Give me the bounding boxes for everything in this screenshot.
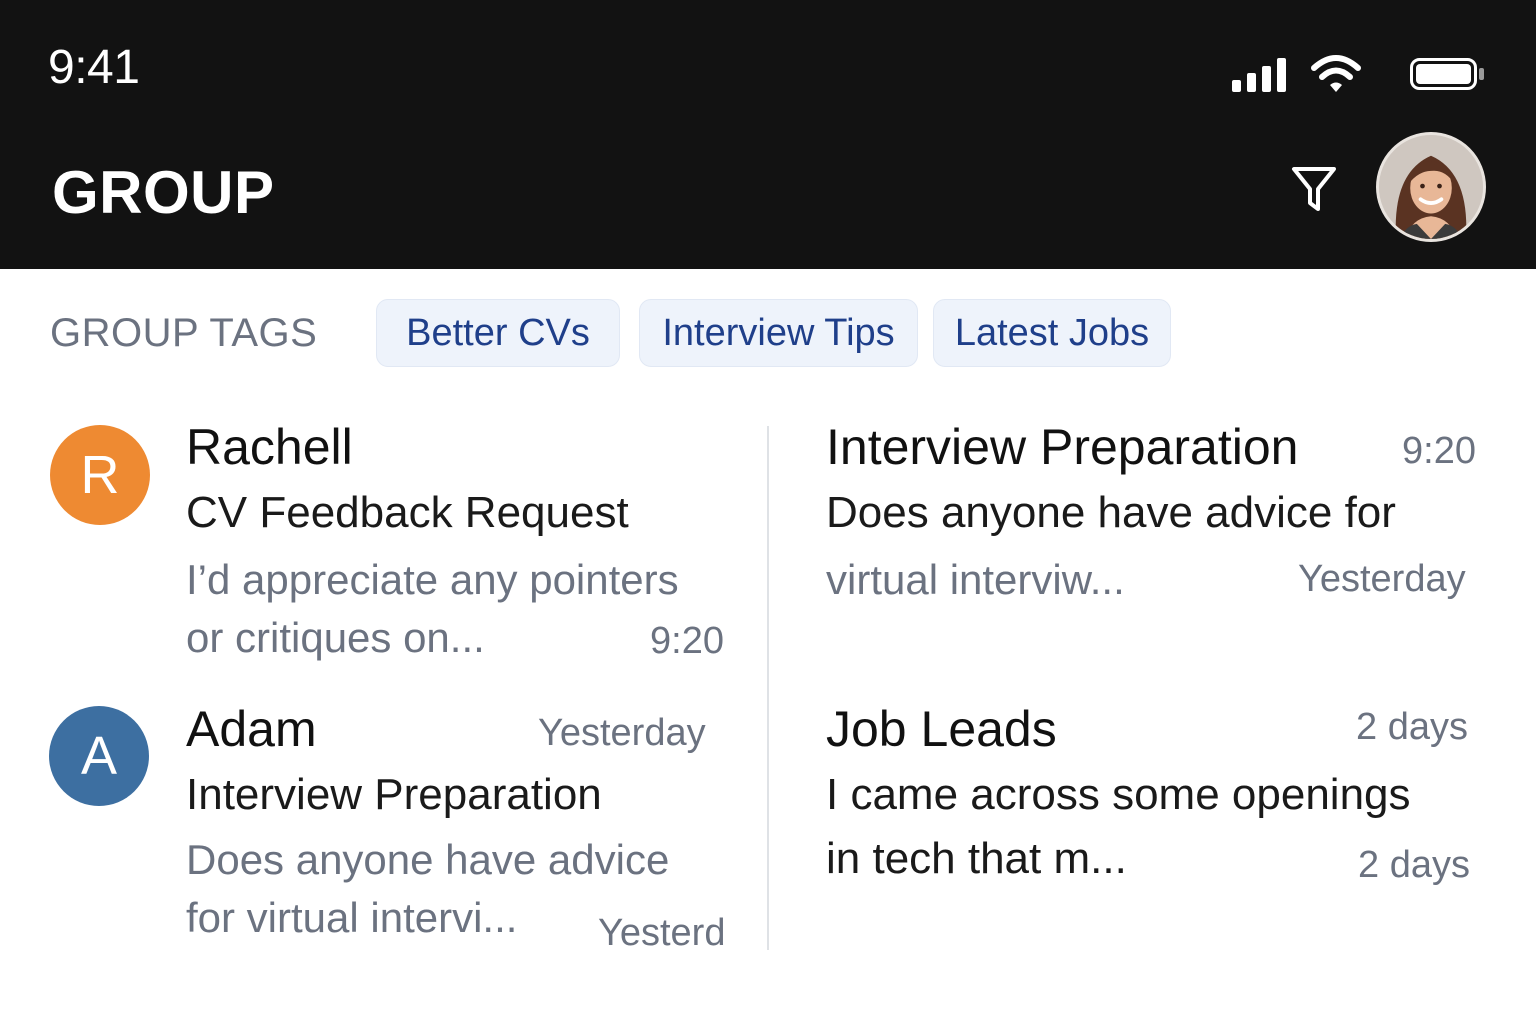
status-icons [1226, 52, 1486, 96]
page-title: GROUP [52, 159, 275, 226]
app-header: 9:41 GROUP [0, 0, 1536, 269]
message-time: 2 days [1356, 706, 1468, 748]
tag-interview-tips[interactable]: Interview Tips [639, 299, 918, 367]
message-time: 9:20 [650, 620, 724, 662]
message-preview: virtual interviw... [826, 556, 1125, 603]
profile-avatar[interactable] [1376, 132, 1486, 242]
list-item[interactable]: Interview Preparation 9:20 Does anyone h… [800, 410, 1500, 630]
list-item[interactable]: Job Leads 2 days I came across some open… [800, 692, 1500, 912]
message-preview: Does anyone have advice for [826, 488, 1396, 537]
signal-icon [1232, 58, 1286, 92]
message-time: 9:20 [1402, 430, 1476, 472]
message-preview: I came across some openings [826, 770, 1411, 819]
message-time: Yesterd [598, 912, 726, 954]
message-preview: I’d appreciate any pointers [186, 556, 679, 603]
group-tags-label: GROUP TAGS [50, 311, 318, 355]
message-time: Yesterday [1298, 558, 1466, 600]
filter-button[interactable] [1284, 160, 1344, 220]
message-time: Yesterday [538, 712, 706, 754]
tag-better-cvs[interactable]: Better CVs [376, 299, 620, 367]
message-time: 2 days [1358, 844, 1470, 886]
wifi-icon [1311, 55, 1361, 92]
tag-latest-jobs[interactable]: Latest Jobs [933, 299, 1171, 367]
message-subject: CV Feedback Request [186, 488, 629, 537]
message-preview: for virtual intervi... [186, 894, 518, 941]
message-preview: in tech that m... [826, 834, 1127, 883]
message-subject: Interview Preparation [186, 770, 602, 819]
avatar: A [49, 706, 149, 806]
message-title: Job Leads [826, 701, 1057, 757]
battery-icon [1410, 58, 1484, 90]
list-item[interactable]: R Rachell CV Feedback Request I’d apprec… [0, 410, 760, 670]
avatar: R [50, 425, 150, 525]
message-title: Interview Preparation [826, 419, 1299, 475]
filter-icon [1292, 167, 1336, 211]
list-item[interactable]: A Adam Yesterday Interview Preparation D… [0, 692, 760, 962]
message-sender: Adam [186, 701, 317, 757]
group-tags-row: GROUP TAGS Better CVs Interview Tips Lat… [0, 299, 1536, 369]
message-preview: or critiques on... [186, 614, 485, 661]
column-divider [767, 426, 769, 950]
profile-photo [1379, 135, 1483, 239]
message-preview: Does anyone have advice [186, 836, 670, 883]
message-sender: Rachell [186, 419, 353, 475]
status-time: 9:41 [48, 41, 140, 94]
